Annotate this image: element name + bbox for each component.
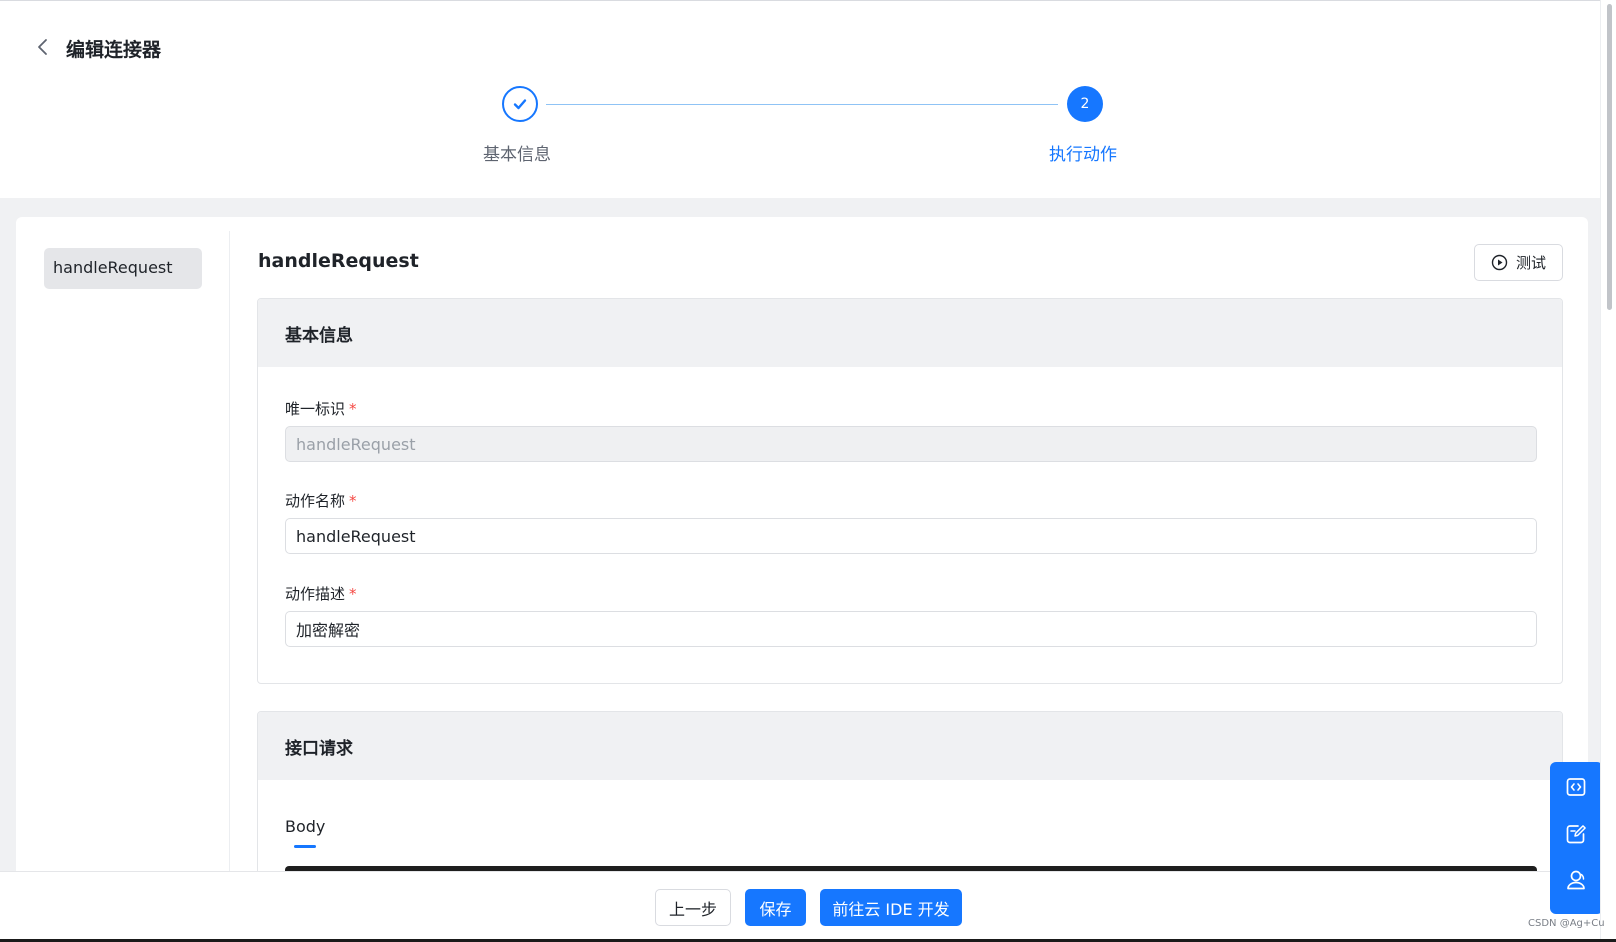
unique-id-label-text: 唯一标识 [285,400,346,418]
test-button[interactable]: 测试 [1474,244,1563,281]
step-1-label[interactable]: 基本信息 [483,140,551,165]
contact-tool-button[interactable] [1564,868,1588,892]
action-name-label: 动作名称 * [285,490,357,511]
edit-icon [1566,825,1586,844]
action-desc-label-text: 动作描述 [285,585,346,603]
request-heading: 接口请求 [258,712,1562,780]
required-mark: * [349,492,357,510]
code-icon [1566,778,1586,796]
sidebar-item-handlerequest[interactable]: handleRequest [44,248,202,289]
floating-tool-panel [1550,762,1603,914]
check-icon [513,99,527,110]
basic-info-section: 基本信息 唯一标识* 动作名称* 动作描述* [257,298,1563,684]
action-desc-label: 动作描述 * [285,583,357,604]
open-cloud-ide-button[interactable]: 前往云 IDE 开发 [820,889,962,926]
play-circle-icon [1491,254,1508,271]
code-tool-button[interactable] [1564,775,1588,799]
action-title: handleRequest [258,250,419,272]
bottom-action-bar: 上一步 保存 前往云 IDE 开发 [0,871,1600,942]
test-button-label: 测试 [1515,254,1546,272]
tab-active-indicator [294,845,316,848]
edit-tool-button[interactable] [1564,822,1588,846]
required-mark: * [349,585,357,603]
step-2-label[interactable]: 执行动作 [1049,140,1117,165]
contact-icon [1567,870,1585,890]
tab-body[interactable]: Body [285,817,325,836]
action-name-label-text: 动作名称 [285,492,346,510]
basic-info-heading: 基本信息 [258,299,1562,367]
watermark: CSDN @Ag+Cu [1528,918,1605,929]
sidebar-divider [229,231,230,931]
connector-editor-page: 编辑连接器 基本信息 2 执行动作 handleRequest handleRe… [0,0,1616,942]
step-1-circle[interactable] [502,86,538,122]
action-name-input[interactable] [285,518,1537,554]
prev-step-button[interactable]: 上一步 [655,889,731,926]
unique-id-label: 唯一标识 * [285,398,357,419]
required-mark: * [349,400,357,418]
step-2-circle[interactable]: 2 [1067,86,1103,122]
page-scrollbar-thumb[interactable] [1607,4,1612,310]
main-card: handleRequest handleRequest 测试 基本信息 唯一标识… [16,217,1588,942]
action-desc-input[interactable] [285,611,1537,647]
step-connector-line [546,104,1058,105]
steps-indicator: 基本信息 2 执行动作 [0,1,1600,199]
save-button[interactable]: 保存 [745,889,806,926]
unique-id-input[interactable] [285,426,1537,462]
top-header: 编辑连接器 基本信息 2 执行动作 [0,0,1600,198]
